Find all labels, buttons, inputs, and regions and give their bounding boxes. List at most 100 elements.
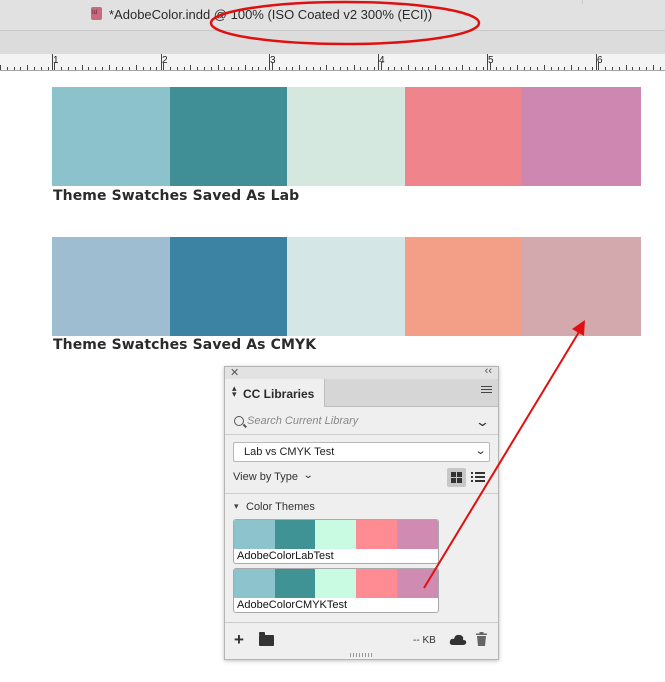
ruler-tick xyxy=(591,67,593,70)
close-icon[interactable]: ✕ xyxy=(230,366,239,379)
ruler-tick xyxy=(312,67,314,70)
ruler-tick xyxy=(217,65,219,70)
library-search[interactable]: Search Current Library ⌄ xyxy=(233,413,490,433)
theme-swatch xyxy=(315,520,356,549)
ruler-tick xyxy=(20,67,22,70)
ruler-tick xyxy=(476,67,477,70)
ruler-tick xyxy=(584,67,586,70)
library-select-value: Lab vs CMYK Test xyxy=(244,446,335,458)
search-icon xyxy=(234,416,244,426)
section-collapse-icon[interactable]: ▾ xyxy=(234,501,239,512)
ruler-tick xyxy=(210,67,212,70)
swatch[interactable] xyxy=(287,237,405,336)
ruler-tick xyxy=(646,67,647,70)
swatch[interactable] xyxy=(522,87,641,186)
swatch[interactable] xyxy=(170,237,287,336)
ruler-tick xyxy=(374,67,375,70)
ruler-tick xyxy=(360,67,362,70)
ruler-tick xyxy=(625,65,627,70)
color-theme-item[interactable]: AdobeColorLabTest xyxy=(233,519,439,564)
library-size-label: -- KB xyxy=(413,635,436,646)
cloud-icon[interactable] xyxy=(449,633,467,647)
ruler-tick xyxy=(544,65,545,70)
ruler-tick xyxy=(346,67,348,70)
ruler-tick xyxy=(428,67,430,70)
chevron-down-icon[interactable]: ⌄ xyxy=(303,470,314,481)
view-by-type-dropdown[interactable]: View by Type xyxy=(233,471,298,483)
ruler-tick xyxy=(571,65,573,70)
list-view-button[interactable] xyxy=(471,471,485,484)
swatch[interactable] xyxy=(52,87,170,186)
ruler-tick xyxy=(639,67,641,70)
swatch[interactable] xyxy=(405,87,522,186)
ruler-tick xyxy=(272,62,273,70)
ruler-tick xyxy=(231,67,233,70)
ruler-tick xyxy=(190,65,192,70)
lab-swatch-row xyxy=(52,87,641,186)
ruler-major-tick xyxy=(596,54,597,70)
swatch[interactable] xyxy=(170,87,287,186)
ruler-tick xyxy=(34,67,35,70)
swatch[interactable] xyxy=(522,237,641,336)
tab-label: CC Libraries xyxy=(243,387,315,401)
ruler-tick xyxy=(183,67,185,70)
ruler-tick xyxy=(102,67,103,70)
ruler-tick xyxy=(88,67,90,70)
theme-name: AdobeColorLabTest xyxy=(237,550,334,562)
theme-swatch xyxy=(397,520,438,549)
library-select[interactable]: Lab vs CMYK Test ⌄ xyxy=(233,442,490,462)
ruler-tick xyxy=(108,65,110,70)
search-input[interactable]: Search Current Library xyxy=(247,415,467,427)
ruler-tick xyxy=(448,67,450,70)
ruler-tick xyxy=(550,67,552,70)
ruler-tick xyxy=(421,67,423,70)
panel-title-bar[interactable]: ✕ ‹‹ xyxy=(225,365,498,379)
ruler-major-tick xyxy=(269,54,270,70)
ruler-tick xyxy=(469,67,471,70)
trash-icon[interactable] xyxy=(476,632,487,646)
chevron-down-icon[interactable]: ⌄ xyxy=(475,414,490,430)
ruler-major-tick xyxy=(161,54,162,70)
ruler-tick xyxy=(319,67,321,70)
section-header[interactable]: Color Themes xyxy=(246,501,315,513)
ruler-tick xyxy=(224,67,226,70)
resize-grip[interactable] xyxy=(350,653,372,657)
control-strip xyxy=(0,31,665,54)
ruler-tick xyxy=(523,67,525,70)
ruler-tick xyxy=(142,67,144,70)
theme-swatch xyxy=(397,569,438,598)
add-icon[interactable]: + xyxy=(234,631,244,648)
tab-reorder-icon: ▴ ▾ xyxy=(232,383,237,399)
swatch[interactable] xyxy=(405,237,522,336)
ruler-tick xyxy=(251,67,253,70)
indesign-document-icon: Id xyxy=(91,7,102,20)
color-theme-item[interactable]: AdobeColorCMYKTest xyxy=(233,568,439,613)
ruler-tick xyxy=(333,67,335,70)
ruler-tick xyxy=(163,62,165,70)
ruler-tick xyxy=(47,67,49,70)
ruler-tick xyxy=(387,67,389,70)
document-tab[interactable]: Id *AdobeColor.indd @ 100% (ISO Coated v… xyxy=(0,0,480,30)
ruler-tick xyxy=(557,67,559,70)
ruler-tick xyxy=(367,67,369,70)
swatch[interactable] xyxy=(52,237,170,336)
collapse-icon[interactable]: ‹‹ xyxy=(485,365,492,377)
cmyk-row-caption: Theme Swatches Saved As CMYK xyxy=(53,337,317,353)
folder-icon[interactable] xyxy=(259,632,274,646)
ruler-tick xyxy=(435,65,437,70)
ruler-tick xyxy=(258,67,260,70)
swatch[interactable] xyxy=(287,87,405,186)
ruler-tick xyxy=(462,65,464,70)
panel-menu-icon[interactable] xyxy=(481,386,492,395)
divider xyxy=(225,622,498,623)
ruler-tick xyxy=(13,67,15,70)
grid-view-button[interactable] xyxy=(447,468,466,487)
ruler-tick xyxy=(442,67,443,70)
ruler-tick xyxy=(136,65,137,70)
ruler-tick xyxy=(61,67,63,70)
divider xyxy=(225,434,498,435)
ruler-tick xyxy=(496,67,498,70)
tab-cc-libraries[interactable]: ▴ ▾ CC Libraries xyxy=(225,379,325,407)
horizontal-ruler[interactable]: 1 2 3 4 5 6 xyxy=(0,54,665,71)
ruler-tick xyxy=(122,67,124,70)
